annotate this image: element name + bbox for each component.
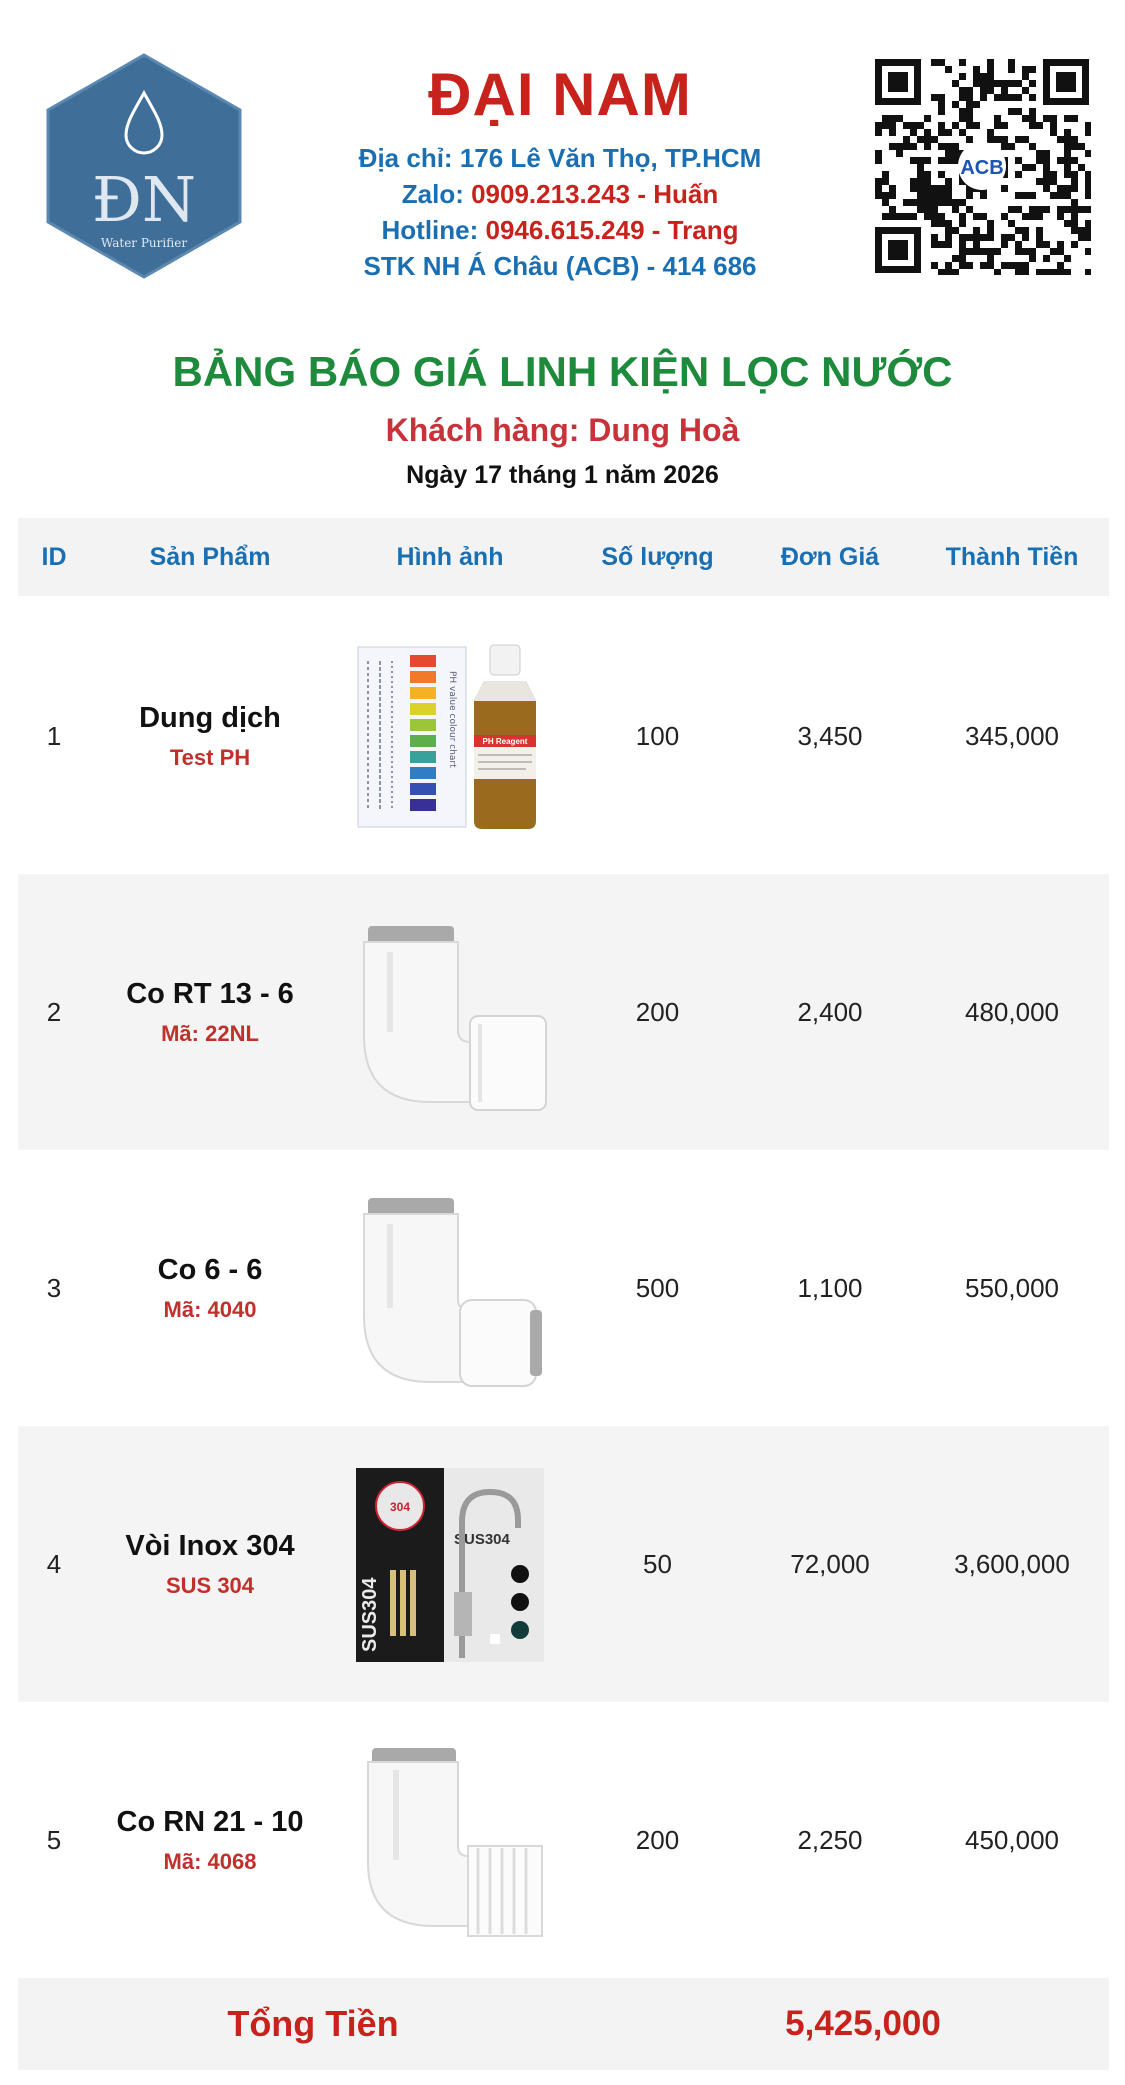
bank-value: 414 686 (662, 251, 757, 281)
product-code: Test PH (169, 744, 251, 770)
table-row: 4 Vòi Inox 304 SUS 304 304 SUS304 SUS304… (18, 1426, 1109, 1702)
header-unit-price: Đơn Giá (780, 543, 880, 571)
row-quantity: 500 (635, 1272, 680, 1303)
total-amount: 5,425,000 (785, 2004, 941, 2043)
company-name: ĐẠI NAM (428, 61, 692, 128)
company-zalo: Zalo: 0909.213.243 - Huấn (260, 179, 860, 210)
faucet-image: 304 SUS304 SUS304 (330, 1426, 570, 1702)
elbow-fitting-image (330, 874, 570, 1150)
total-row: Tổng Tiền 5,425,000 (18, 1978, 1109, 2070)
product-code: SUS 304 (165, 1572, 255, 1598)
table-row: 1 Dung dịch Test PH PH value colour char… (18, 598, 1109, 874)
document-date: Ngày 17 tháng 1 năm 2026 (406, 461, 719, 489)
address-value: 176 Lê Văn Thọ, TP.HCM (459, 143, 762, 173)
header: ĐN Water Purifier ĐẠI NAM Địa chỉ: 176 L… (0, 0, 1125, 300)
hotline-label: Hotline: (381, 215, 479, 245)
product-name: Co RT 13 - 6 (126, 977, 294, 1010)
row-product: Dung dịch Test PH (90, 598, 330, 874)
header-quantity: Số lượng (601, 543, 714, 571)
row-product: Co RN 21 - 10 Mã: 4068 (90, 1702, 330, 1978)
row-id: 1 (46, 720, 62, 751)
row-id: 4 (46, 1548, 62, 1579)
zalo-value: 0909.213.243 - Huấn (471, 179, 719, 209)
row-unit-price: 72,000 (790, 1548, 870, 1579)
header-image: Hình ảnh (396, 543, 504, 571)
product-name: Co RN 21 - 10 (116, 1805, 304, 1838)
zalo-label: Zalo: (401, 179, 464, 209)
row-id: 3 (46, 1272, 62, 1303)
product-code: Mã: 22NL (161, 1020, 259, 1046)
row-unit-price: 2,400 (797, 996, 863, 1027)
company-hotline: Hotline: 0946.615.249 - Trang (260, 215, 860, 246)
logo-initials: ĐN (92, 163, 196, 236)
row-product: Co RT 13 - 6 Mã: 22NL (90, 874, 330, 1150)
row-line-total: 480,000 (965, 996, 1059, 1027)
threaded-elbow-image (330, 1702, 570, 1978)
box-label: SUS304 (359, 1577, 381, 1652)
faucet-badge: 304 (390, 1500, 410, 1514)
header-id: ID (41, 543, 67, 571)
row-quantity: 100 (635, 720, 680, 751)
total-label: Tổng Tiền (227, 2003, 399, 2044)
table-header: ID Sản Phẩm Hình ảnh Số lượng Đơn Giá Th… (18, 518, 1109, 596)
bank-label: STK NH Á Châu (ACB) - (363, 251, 656, 281)
row-line-total: 3,600,000 (954, 1548, 1070, 1579)
row-unit-price: 3,450 (797, 720, 863, 751)
elbow-fitting-image (330, 1150, 570, 1426)
product-code: Mã: 4068 (163, 1848, 257, 1874)
table-row: 2 Co RT 13 - 6 Mã: 22NL 200 2,400 480,00… (18, 874, 1109, 1150)
table-row: 3 Co 6 - 6 Mã: 4040 500 1,100 550,000 (18, 1150, 1109, 1426)
company-logo: ĐN Water Purifier (44, 53, 244, 279)
hotline-value: 0946.615.249 - Trang (485, 215, 739, 245)
header-product: Sản Phẩm (149, 543, 271, 571)
row-product: Vòi Inox 304 SUS 304 (90, 1426, 330, 1702)
row-quantity: 200 (635, 1824, 680, 1855)
product-name: Co 6 - 6 (157, 1253, 263, 1286)
row-line-total: 550,000 (965, 1272, 1059, 1303)
product-code: Mã: 4040 (163, 1296, 257, 1322)
header-line-total: Thành Tiền (945, 543, 1079, 571)
ph-test-kit-image: PH value colour chart PH Reagent (330, 598, 570, 874)
row-line-total: 450,000 (965, 1824, 1059, 1855)
payment-qr-code: ACB (873, 57, 1091, 275)
company-bank: STK NH Á Châu (ACB) - 414 686 (260, 251, 860, 282)
row-product: Co 6 - 6 Mã: 4040 (90, 1150, 330, 1426)
bottle-label: PH Reagent (483, 737, 528, 746)
table-row: 5 Co RN 21 - 10 Mã: 4068 200 2,250 450,0… (18, 1702, 1109, 1978)
row-id: 2 (46, 996, 62, 1027)
row-quantity: 200 (635, 996, 680, 1027)
row-quantity: 50 (643, 1548, 672, 1579)
row-unit-price: 1,100 (797, 1272, 863, 1303)
ph-chart-label: PH value colour chart (447, 671, 457, 768)
product-name: Dung dịch (139, 701, 281, 734)
row-line-total: 345,000 (965, 720, 1059, 751)
address-label: Địa chỉ: (358, 143, 453, 173)
document-title: BẢNG BÁO GIÁ LINH KIỆN LỌC NƯỚC (172, 348, 953, 395)
company-address: Địa chỉ: 176 Lê Văn Thọ, TP.HCM (260, 143, 860, 174)
logo-tagline: Water Purifier (101, 236, 187, 250)
acb-badge: ACB (960, 157, 1003, 179)
customer-name: Khách hàng: Dung Hoà (385, 412, 740, 448)
row-unit-price: 2,250 (797, 1824, 863, 1855)
product-name: Vòi Inox 304 (125, 1529, 295, 1562)
row-id: 5 (46, 1824, 62, 1855)
